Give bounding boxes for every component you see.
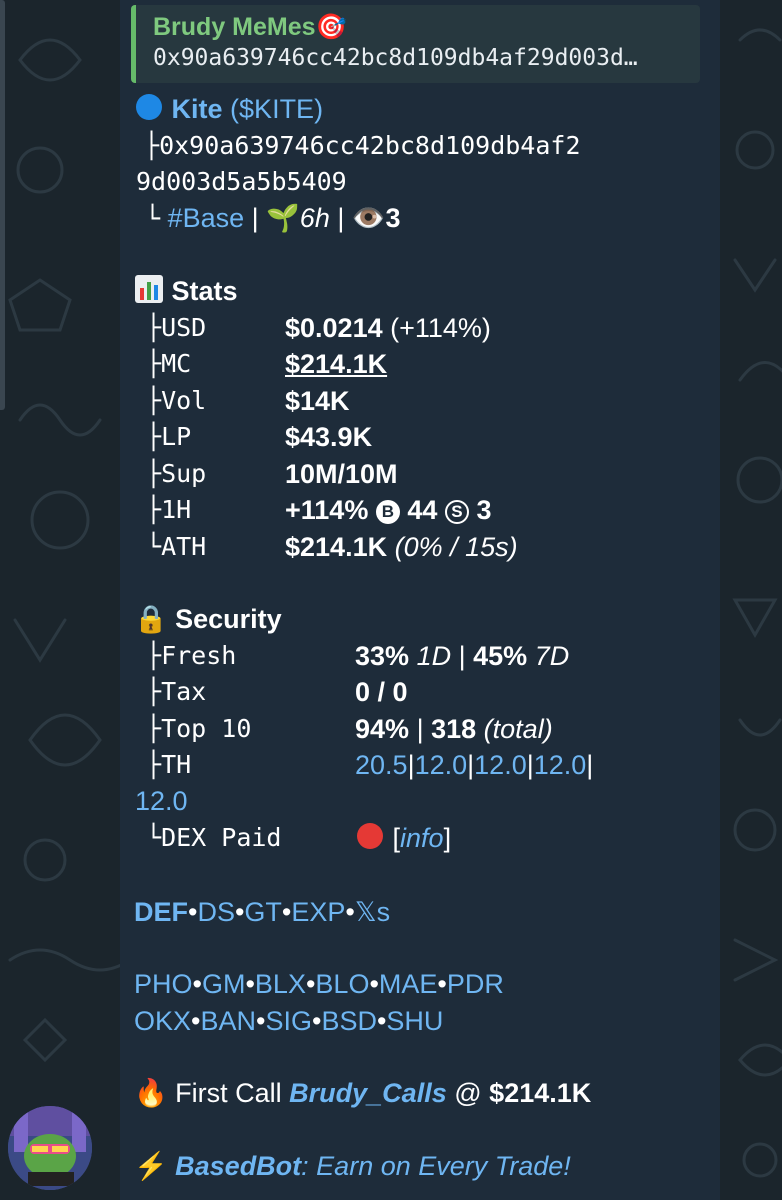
quick-link-blo[interactable]: BLO	[315, 969, 369, 999]
promo-line: ⚡ BasedBot: Earn on Every Trade!	[134, 1148, 571, 1184]
dex-value: [info]	[355, 820, 451, 860]
fire-icon: 🔥	[134, 1078, 168, 1108]
scrollbar[interactable]	[0, 0, 5, 410]
quick-link-shu[interactable]: SHU	[386, 1006, 443, 1036]
stat-label-lp: ├LP	[146, 422, 192, 451]
quick-link-gt[interactable]: GT	[244, 897, 282, 927]
quick-link-blx[interactable]: BLX	[255, 969, 306, 999]
reply-text: 0x90a639746cc42bc8d109db4af29d003d…	[153, 45, 638, 71]
quick-link-sig[interactable]: SIG	[265, 1006, 312, 1036]
quick-link-ds[interactable]: DS	[197, 897, 235, 927]
blue-circle-icon	[134, 92, 164, 131]
token-title: Kite ($KITE)	[134, 91, 323, 131]
quick-link-pdr[interactable]: PDR	[447, 969, 504, 999]
fresh-value: 33% 1D | 45% 7D	[355, 641, 570, 671]
token-meta: └ #Base | 🌱6h | 👁️3	[145, 203, 401, 233]
th-link[interactable]: 12.0	[474, 750, 527, 780]
quick-link-exp[interactable]: EXP	[291, 897, 345, 927]
caller-link[interactable]: Brudy_Calls	[289, 1078, 447, 1108]
stat-value-ath: $214.1K (0% / 15s)	[285, 532, 518, 562]
stat-label-mc: ├MC	[146, 349, 192, 378]
link-separator: •	[305, 969, 316, 999]
eye-icon: 👁️	[351, 203, 386, 233]
quick-link-def[interactable]: DEF	[134, 897, 188, 927]
th-values: 20.5|12.0|12.0|12.0|	[355, 750, 594, 780]
quick-link-okx[interactable]: OKX	[134, 1006, 191, 1036]
pepe-avatar-icon	[8, 1106, 92, 1190]
quick-link-ban[interactable]: BAN	[200, 1006, 256, 1036]
tax-label: ├Tax	[146, 677, 207, 706]
quick-link-pho[interactable]: PHO	[134, 969, 193, 999]
quick-link-s[interactable]: 𝕏s	[355, 897, 390, 927]
link-separator: •	[376, 1006, 387, 1036]
reply-sender-name: Brudy MeMes	[153, 13, 316, 41]
stat-label-usd: ├USD	[146, 313, 207, 342]
red-circle-icon	[355, 821, 385, 860]
dex-label: └DEX Paid	[146, 823, 282, 852]
stat-value-lp: $43.9K	[285, 422, 373, 452]
sell-icon: S	[444, 500, 469, 524]
link-separator: •	[281, 897, 292, 927]
top10-label: ├Top 10	[146, 714, 252, 743]
links-row-3: OKX•BAN•SIG•BSD•SHU	[134, 1003, 443, 1039]
stat-label-sup: ├Sup	[146, 459, 207, 488]
link-separator: •	[192, 969, 202, 999]
target-emoji-icon: 🎯	[315, 13, 347, 41]
links-row-1: DEF•DS•GT•EXP•𝕏s	[134, 894, 390, 930]
th-link[interactable]: 12.0	[415, 750, 468, 780]
reply-preview[interactable]: Brudy MeMes🎯 0x90a639746cc42bc8d109db4af…	[131, 5, 700, 83]
lightning-icon: ⚡	[134, 1151, 168, 1181]
security-heading: 🔒 Security	[134, 604, 282, 634]
basedbot-link[interactable]: BasedBot	[175, 1151, 301, 1181]
sender-avatar[interactable]	[8, 1106, 92, 1190]
chain-hashtag-link[interactable]: #Base	[168, 203, 245, 233]
lock-icon: 🔒	[134, 604, 168, 634]
dex-info-link[interactable]: info	[400, 823, 444, 853]
fresh-label: ├Fresh	[146, 641, 237, 670]
tax-value: 0 / 0	[355, 677, 408, 707]
token-ticker-link[interactable]: ($KITE)	[230, 94, 323, 124]
link-separator: •	[437, 969, 447, 999]
stat-label-vol: ├Vol	[146, 386, 207, 415]
token-address-line2[interactable]: 9d003d5a5b5409	[136, 164, 347, 200]
quick-link-bsd[interactable]: BSD	[321, 1006, 377, 1036]
first-call-line: 🔥 First Call Brudy_Calls @ $214.1K	[134, 1078, 592, 1108]
top10-value: 94% | 318 (total)	[355, 714, 553, 744]
link-separator: •	[234, 897, 245, 927]
promo-text[interactable]: : Earn on Every Trade!	[301, 1151, 571, 1181]
seedling-icon: 🌱	[266, 203, 300, 233]
buy-icon: B	[375, 500, 400, 524]
th-label: ├TH	[146, 750, 192, 779]
quick-link-mae[interactable]: MAE	[379, 969, 438, 999]
stats-heading: Stats	[134, 273, 238, 313]
stat-value-vol: $14K	[285, 386, 350, 416]
link-separator: •	[369, 969, 379, 999]
stat-value-usd: $0.0214 (+114%)	[285, 313, 491, 343]
th-link[interactable]: 20.5	[355, 750, 408, 780]
stat-value-sup: 10M/10M	[285, 459, 398, 489]
token-age: 6h	[299, 203, 330, 233]
quick-link-gm[interactable]: GM	[202, 969, 246, 999]
th-link[interactable]: 12.0	[534, 750, 587, 780]
stat-label-ath: └ATH	[146, 532, 207, 561]
bar-chart-icon	[134, 274, 164, 313]
stat-value-mc: $214.1K	[285, 349, 388, 379]
th-values-wrap: 12.0	[135, 783, 188, 819]
token-name-link[interactable]: Kite	[172, 94, 223, 124]
link-separator: •	[345, 897, 355, 927]
th-link[interactable]: 12.0	[135, 786, 188, 816]
view-count: 3	[385, 203, 401, 233]
stat-label-1h: ├1H	[146, 495, 192, 524]
stat-value-1h: +114% B 44 S 3	[285, 495, 492, 525]
links-row-2: PHO•GM•BLX•BLO•MAE•PDR	[134, 966, 504, 1002]
token-address-line1[interactable]: ├0x90a639746cc42bc8d109db4af2	[144, 128, 581, 164]
link-separator: •	[245, 969, 255, 999]
